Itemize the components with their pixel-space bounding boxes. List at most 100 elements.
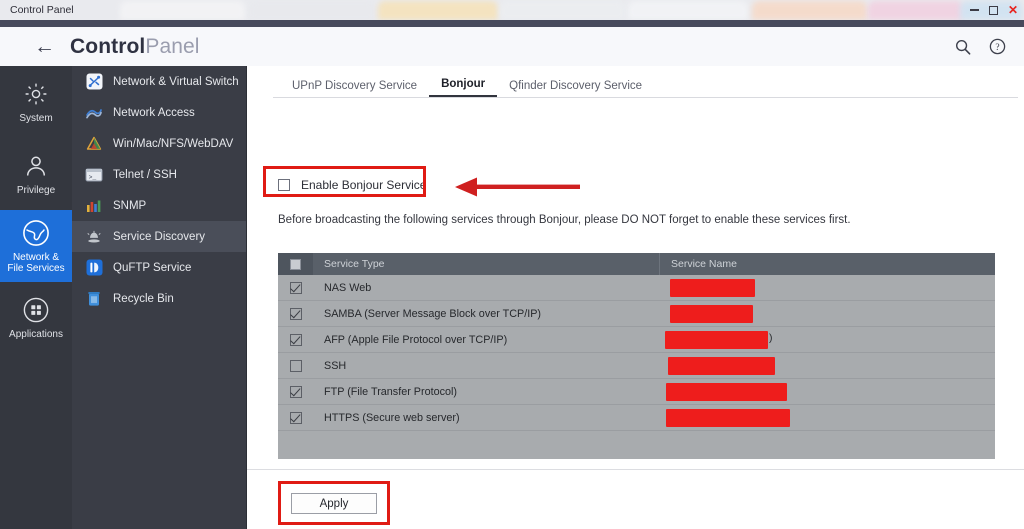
row-checkbox-cell[interactable] — [278, 281, 313, 294]
row-checkbox[interactable] — [289, 411, 302, 424]
table-row[interactable]: AFP (Apple File Protocol over TCP/IP) ) — [278, 327, 995, 353]
row-checkbox-cell[interactable] — [278, 359, 313, 372]
recycle-bin-icon — [85, 290, 103, 308]
enable-bonjour-label: Enable Bonjour Service — [301, 178, 427, 192]
quftp-icon — [85, 259, 103, 277]
table-row[interactable]: SAMBA (Server Message Block over TCP/IP) — [278, 301, 995, 327]
cell-service-name — [659, 301, 995, 327]
window-accent-strip — [0, 20, 1024, 27]
cell-service-type: SSH — [324, 359, 347, 372]
nav-item-label: Win/Mac/NFS/WebDAV — [113, 137, 234, 150]
row-checkbox-cell[interactable] — [278, 411, 313, 424]
nav-item-label: Recycle Bin — [113, 292, 174, 305]
apply-button[interactable]: Apply — [291, 493, 377, 514]
nav-item-label: Network & Virtual Switch — [113, 75, 239, 88]
redaction-bar — [670, 278, 755, 297]
column-header-service-type: Service Type — [324, 258, 385, 270]
minimize-icon[interactable] — [969, 9, 979, 11]
cell-service-type: HTTPS (Secure web server) — [324, 411, 460, 424]
sidebar-item-privilege[interactable]: Privilege — [0, 138, 72, 210]
table-row[interactable]: FTP (File Transfer Protocol) — [278, 379, 995, 405]
terminal-icon: >_ — [85, 166, 103, 184]
nav-item-label: SNMP — [113, 199, 147, 212]
grid-icon — [23, 296, 49, 324]
table-row[interactable]: NAS Web — [278, 275, 995, 301]
cell-service-name — [659, 353, 995, 379]
row-checkbox[interactable] — [289, 281, 302, 294]
browser-tab-bar: Control Panel ✕ — [0, 0, 1024, 20]
sidebar-item-system[interactable]: System — [0, 66, 72, 138]
maximize-icon[interactable] — [988, 5, 998, 15]
redaction-bar — [665, 330, 768, 349]
nav-item-telnet-ssh[interactable]: >_ Telnet / SSH — [72, 159, 246, 190]
table-header-row: Service Type Service Name — [278, 253, 995, 275]
tab-bonjour[interactable]: Bonjour — [429, 78, 498, 97]
bonjour-note-text: Before broadcasting the following servic… — [278, 214, 851, 226]
row-checkbox[interactable] — [289, 385, 302, 398]
cell-service-name: ) — [659, 327, 995, 353]
row-checkbox-cell[interactable] — [278, 385, 313, 398]
annotation-arrow-left — [455, 174, 580, 205]
cell-service-name — [659, 379, 995, 405]
secondary-sidebar: Network & Virtual Switch Network Access … — [72, 66, 247, 529]
nav-item-snmp[interactable]: SNMP — [72, 190, 246, 221]
row-checkbox[interactable] — [289, 359, 302, 372]
nav-item-network-access[interactable]: Network Access — [72, 97, 246, 128]
enable-bonjour-checkbox[interactable] — [278, 179, 290, 191]
row-checkbox[interactable] — [289, 333, 302, 346]
sidebar-item-label: Applications — [9, 329, 63, 340]
column-header-service-name: Service Name — [659, 253, 995, 275]
nav-item-win-mac-nfs-webdav[interactable]: Win/Mac/NFS/WebDAV — [72, 128, 246, 159]
page-title: ControlPanel — [70, 35, 200, 59]
nav-item-network-virtual-switch[interactable]: Network & Virtual Switch — [72, 66, 246, 97]
table-body: NAS Web SAMBA (Server Message Block over… — [278, 275, 995, 459]
page-title-light: Panel — [145, 34, 200, 58]
globe-icon — [22, 219, 50, 247]
redaction-bar — [666, 382, 787, 401]
table-row[interactable]: SSH — [278, 353, 995, 379]
cell-service-name — [659, 275, 995, 301]
row-checkbox-cell[interactable] — [278, 307, 313, 320]
window-controls: ✕ — [969, 0, 1018, 20]
select-all-cell[interactable] — [278, 253, 313, 275]
cell-service-type: AFP (Apple File Protocol over TCP/IP) — [324, 333, 508, 346]
page-title-bold: Control — [70, 34, 146, 58]
nav-item-quftp-service[interactable]: QuFTP Service — [72, 252, 246, 283]
cell-service-type: SAMBA (Server Message Block over TCP/IP) — [324, 307, 542, 320]
svg-text:?: ? — [995, 43, 999, 53]
app-header: ← ControlPanel ? — [0, 27, 1024, 66]
table-row[interactable]: HTTPS (Secure web server) — [278, 405, 995, 431]
tab-bar-divider — [273, 97, 1018, 98]
tab-upnp-discovery-service[interactable]: UPnP Discovery Service — [280, 80, 429, 97]
network-switch-icon — [85, 73, 103, 91]
content-pane: UPnP Discovery Service Bonjour Qfinder D… — [247, 66, 1024, 529]
gear-icon — [23, 80, 49, 108]
close-icon[interactable]: ✕ — [1008, 4, 1018, 16]
row-checkbox[interactable] — [289, 307, 302, 320]
nav-item-label: Telnet / SSH — [113, 168, 177, 181]
sidebar-item-applications[interactable]: Applications — [0, 282, 72, 354]
service-table: Service Type Service Name NAS Web SAMBA … — [278, 253, 995, 459]
redaction-bar — [668, 356, 775, 375]
sidebar-item-network-file-services[interactable]: Network & File Services — [0, 210, 72, 282]
nav-item-recycle-bin[interactable]: Recycle Bin — [72, 283, 246, 314]
select-all-checkbox[interactable] — [290, 258, 301, 270]
tab-bar: UPnP Discovery Service Bonjour Qfinder D… — [247, 75, 1024, 97]
search-icon[interactable] — [955, 39, 971, 55]
sidebar-item-label: System — [19, 113, 53, 124]
user-icon — [23, 152, 49, 180]
tab-qfinder-discovery-service[interactable]: Qfinder Discovery Service — [497, 80, 654, 97]
help-icon[interactable]: ? — [989, 38, 1006, 55]
sidebar-item-label: Privilege — [16, 185, 56, 196]
radar-icon — [85, 228, 103, 246]
svg-text:>_: >_ — [89, 173, 97, 180]
nav-item-label: Network Access — [113, 106, 195, 119]
network-access-icon — [85, 104, 103, 122]
back-arrow-icon[interactable]: ← — [34, 36, 55, 57]
cell-service-type: NAS Web — [324, 281, 372, 294]
row-checkbox-cell[interactable] — [278, 333, 313, 346]
redaction-bar — [670, 304, 753, 323]
browser-tab-title[interactable]: Control Panel — [10, 4, 74, 16]
enable-bonjour-row[interactable]: Enable Bonjour Service — [278, 178, 426, 192]
nav-item-service-discovery[interactable]: Service Discovery — [72, 221, 246, 252]
